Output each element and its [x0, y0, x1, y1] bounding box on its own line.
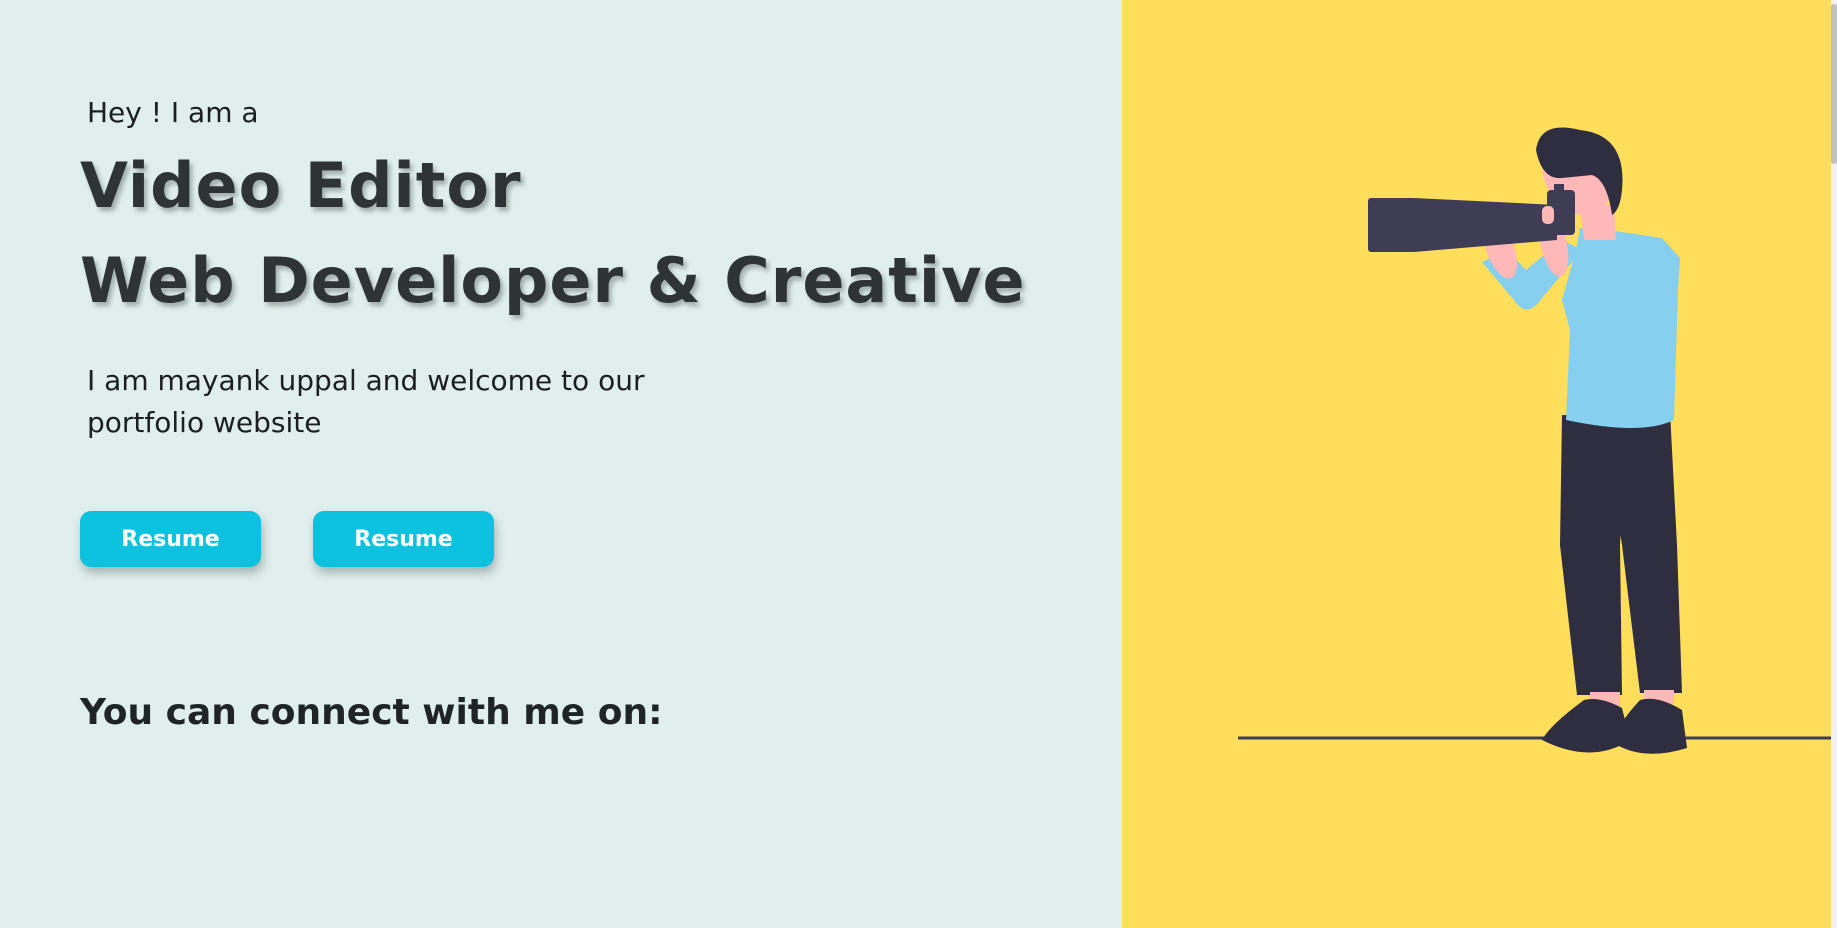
hero-intro-text: I am mayank uppal and welcome to our por…: [87, 364, 645, 439]
resume-button-1[interactable]: Resume: [80, 511, 261, 567]
fingers: [1542, 206, 1554, 224]
lens-hood: [1368, 198, 1416, 252]
resume-button-2[interactable]: Resume: [313, 511, 494, 567]
photographer-illustration: [1238, 127, 1837, 754]
hero-headline-role-1: Video Editor: [80, 149, 522, 222]
connect-heading: You can connect with me on:: [80, 692, 663, 733]
hero-section: Hey ! I am a Video Editor Web Developer …: [0, 0, 1122, 928]
page-scrollbar[interactable]: [1831, 0, 1837, 928]
hero-headline-role-2: Web Developer & Creative: [80, 244, 1026, 317]
hero-greeting: Hey ! I am a: [87, 96, 259, 129]
scrollbar-thumb[interactable]: [1831, 4, 1837, 164]
camera-top: [1554, 184, 1564, 194]
illustration-panel: [1122, 0, 1837, 928]
right-shoe: [1612, 698, 1687, 754]
camera-lens: [1414, 198, 1557, 252]
